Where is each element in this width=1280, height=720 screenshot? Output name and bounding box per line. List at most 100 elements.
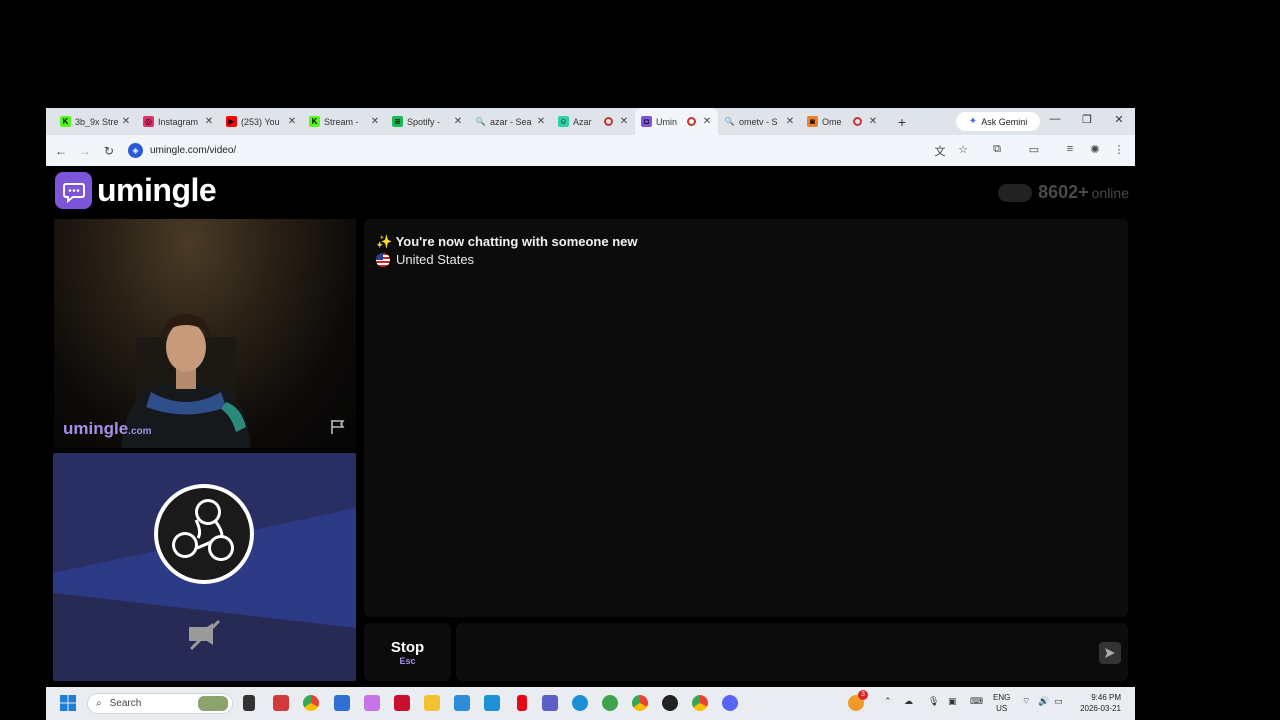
chrome-icon[interactable] bbox=[303, 695, 319, 711]
notification-badge: 3 bbox=[858, 690, 868, 700]
ask-gemini-button[interactable]: ✦ Ask Gemini bbox=[956, 112, 1040, 131]
obs-taskbar-icon[interactable] bbox=[662, 695, 678, 711]
browser-tab[interactable]: 🔍 ometv - S ✕ bbox=[718, 108, 801, 135]
stop-button[interactable]: Stop Esc bbox=[364, 623, 451, 681]
utorrent-icon[interactable] bbox=[602, 695, 618, 711]
copilot-icon[interactable] bbox=[364, 695, 380, 711]
tray-mic-icon[interactable]: 🎙 bbox=[928, 696, 939, 707]
clock-date: 2026-03-21 bbox=[1080, 704, 1121, 713]
close-tab-icon[interactable]: ✕ bbox=[204, 116, 214, 127]
tab-title: azar - Sea bbox=[490, 116, 532, 127]
tab-title: Azar bbox=[573, 116, 592, 127]
umingle-logo[interactable]: umingle bbox=[55, 172, 217, 209]
us-flag-icon bbox=[376, 252, 390, 267]
close-tab-icon[interactable]: ✕ bbox=[121, 116, 131, 127]
close-tab-icon[interactable]: ✕ bbox=[619, 116, 629, 127]
file-explorer-icon[interactable] bbox=[424, 695, 440, 711]
browser-tab[interactable]: 🔍 azar - Sea ✕ bbox=[469, 108, 552, 135]
close-tab-icon[interactable]: ✕ bbox=[785, 116, 795, 127]
netflix-icon[interactable] bbox=[517, 695, 527, 711]
report-flag-icon[interactable] bbox=[329, 418, 347, 436]
minimize-icon[interactable]: — bbox=[1048, 113, 1062, 125]
discord-icon[interactable] bbox=[722, 695, 738, 711]
message-input[interactable] bbox=[456, 623, 1128, 681]
send-button[interactable] bbox=[1099, 642, 1121, 664]
new-tab-button[interactable]: + bbox=[890, 114, 914, 130]
address-bar[interactable]: ◈ umingle.com/video/ bbox=[128, 139, 928, 161]
close-tab-icon[interactable]: ✕ bbox=[453, 116, 463, 127]
site-info-icon[interactable]: ◈ bbox=[128, 142, 143, 158]
close-tab-icon[interactable]: ✕ bbox=[287, 116, 297, 127]
search-icon: ⌕ bbox=[96, 698, 102, 709]
edge-icon[interactable] bbox=[572, 695, 588, 711]
search-placeholder: Search bbox=[109, 698, 142, 709]
translate-icon[interactable]: 文 bbox=[932, 143, 948, 159]
teams-icon[interactable] bbox=[542, 695, 558, 711]
browser-tab[interactable]: ◙ Ome ✕ bbox=[801, 108, 884, 135]
country-name: United States bbox=[396, 252, 475, 267]
recording-indicator-icon bbox=[687, 117, 696, 126]
wifi-icon[interactable]: ⌔ bbox=[1022, 696, 1030, 707]
chrome-profile-icon[interactable] bbox=[692, 695, 708, 711]
back-icon[interactable]: ← bbox=[49, 144, 73, 158]
browser-tab[interactable]: ☺ Azar ✕ bbox=[552, 108, 635, 135]
tab-title: Stream - bbox=[324, 116, 359, 127]
volume-icon[interactable]: 🔊 bbox=[1038, 696, 1049, 707]
lang-line1: ENG bbox=[993, 693, 1011, 702]
windows-start-icon[interactable] bbox=[60, 695, 76, 711]
battery-icon[interactable]: ▭ bbox=[1054, 696, 1063, 707]
camera-off-icon[interactable] bbox=[185, 617, 223, 653]
browser-tab[interactable]: K Stream - ✕ bbox=[303, 108, 386, 135]
tray-cloud-icon[interactable]: ☁ bbox=[904, 696, 913, 707]
app-icon-blue[interactable] bbox=[454, 695, 470, 711]
tab-title: ometv - S bbox=[739, 116, 778, 127]
taskbar-clock[interactable]: 9:46 PM 2026-03-21 bbox=[1080, 692, 1121, 714]
tray-keyboard-icon[interactable]: ⌨ bbox=[970, 696, 983, 707]
online-toggle[interactable] bbox=[998, 183, 1033, 202]
tray-display-icon[interactable]: ▣ bbox=[948, 696, 957, 707]
browser-tab[interactable]: ▶ (253) You ✕ bbox=[220, 108, 303, 135]
send-icon bbox=[1105, 648, 1115, 658]
store-icon[interactable] bbox=[334, 695, 350, 711]
browser-tab-strip: K 3b_9x Stre ✕ ◎ Instagram ✕ ▶ (253) You ✕ K Strea… bbox=[46, 108, 1135, 135]
input-language[interactable]: ENG US bbox=[993, 692, 1010, 714]
bookmark-star-icon[interactable]: ☆ bbox=[955, 143, 971, 159]
browser-tab[interactable]: ◘ Umin ✕ bbox=[635, 108, 718, 135]
close-window-icon[interactable]: ✕ bbox=[1112, 113, 1126, 126]
menu-dots-icon[interactable]: ⋮ bbox=[1111, 143, 1127, 159]
reload-icon[interactable]: ↻ bbox=[97, 144, 121, 158]
task-view-icon[interactable] bbox=[243, 695, 255, 711]
browser-tab[interactable]: K 3b_9x Stre ✕ bbox=[54, 108, 137, 135]
windows-taskbar: ⌕ Search 3 ⌃ ☁ 🎙 ▣ ⌨ ENG US ⌔ 🔊 ▭ 9:46 P… bbox=[46, 687, 1135, 720]
online-counter: 8602+ online bbox=[998, 182, 1129, 203]
tray-chevron-icon[interactable]: ⌃ bbox=[884, 696, 892, 707]
reading-list-icon[interactable]: ≡ bbox=[1062, 143, 1078, 159]
app-icon-red[interactable] bbox=[273, 695, 289, 711]
chrome-active-icon[interactable] bbox=[632, 695, 648, 711]
side-panel-icon[interactable]: ▭ bbox=[1026, 143, 1042, 159]
app-icon-monitor[interactable] bbox=[484, 695, 500, 711]
close-tab-icon[interactable]: ✕ bbox=[702, 116, 712, 127]
chat-bubble-logo-icon bbox=[55, 172, 92, 209]
watermark-suffix: .com bbox=[128, 426, 152, 437]
tab-favicon-icon: K bbox=[60, 116, 71, 127]
tab-title: Ome bbox=[822, 116, 842, 127]
stranger-video: umingle.com bbox=[54, 219, 356, 448]
stranger-country: United States bbox=[376, 252, 474, 267]
close-tab-icon[interactable]: ✕ bbox=[868, 116, 878, 127]
browser-tab[interactable]: ≋ Spotify - ✕ bbox=[386, 108, 469, 135]
profile-avatar[interactable]: ✺ bbox=[1087, 143, 1103, 159]
taskbar-search[interactable]: ⌕ Search bbox=[87, 693, 233, 714]
tab-title: 3b_9x Stre bbox=[75, 116, 119, 127]
close-tab-icon[interactable]: ✕ bbox=[536, 116, 546, 127]
restore-icon[interactable]: ❐ bbox=[1080, 113, 1094, 126]
browser-tab[interactable]: ◎ Instagram ✕ bbox=[137, 108, 220, 135]
close-tab-icon[interactable]: ✕ bbox=[370, 116, 380, 127]
tab-favicon-icon: ◘ bbox=[641, 116, 652, 127]
tab-favicon-icon: ☺ bbox=[558, 116, 569, 127]
app-icon-l[interactable] bbox=[394, 695, 410, 711]
extensions-icon[interactable]: ⧉ bbox=[989, 143, 1005, 159]
watermark-text: umingle bbox=[63, 419, 129, 438]
sparkles-icon: ✨ bbox=[376, 234, 393, 249]
forward-icon[interactable]: → bbox=[73, 144, 97, 158]
